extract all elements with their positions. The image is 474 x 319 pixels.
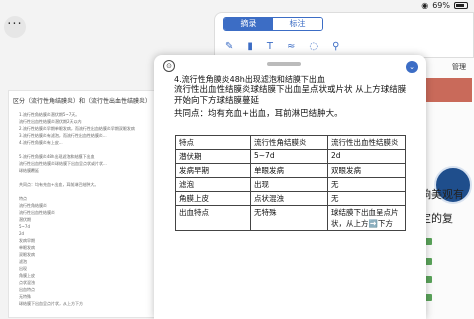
background-doc-line: 流行性出血性结膜炎球结膜下出血呈点状或片状... bbox=[19, 161, 107, 166]
background-doc-line: 4.流行性角膜炎有上皮... bbox=[19, 140, 63, 145]
thumbnail-image bbox=[422, 78, 472, 102]
highlighter-icon[interactable]: ▮ bbox=[247, 41, 253, 52]
table-cell: 2d bbox=[327, 149, 406, 164]
tool-icons: ✎ ▮ T ≈ ◌ ⚲ bbox=[225, 41, 339, 52]
table-header-cell: 特点 bbox=[175, 135, 251, 150]
status-indicators: ◉ 69% bbox=[421, 1, 468, 10]
stamp-icon[interactable]: ⚲ bbox=[332, 41, 339, 52]
collapse-button[interactable]: ⌄ bbox=[406, 61, 418, 73]
background-doc-line: 2d bbox=[19, 231, 25, 236]
table-cell: 球结膜下出血呈点片状，从上方➡️下方 bbox=[327, 205, 406, 231]
table-header-cell: 流行性角结膜炎 bbox=[250, 135, 328, 150]
battery-icon bbox=[454, 2, 468, 9]
table-cell: 5~7d bbox=[250, 149, 328, 164]
table-cell: 发病早期 bbox=[175, 163, 251, 178]
mode-segmented-control: 摘录 标注 bbox=[223, 17, 323, 31]
background-doc-line bbox=[19, 146, 159, 153]
underline-icon[interactable]: T bbox=[267, 41, 273, 52]
manage-label[interactable]: 管理 bbox=[452, 62, 466, 72]
table-cell: 单眼发病 bbox=[250, 163, 328, 178]
background-doc-line bbox=[19, 174, 159, 181]
table-header-row: 特点 流行性角结膜炎 流行性出血性结膜炎 bbox=[175, 135, 406, 150]
comparison-table: 特点 流行性角结膜炎 流行性出血性结膜炎 潜伏期 5~7d 2d 发病早期 单眼… bbox=[175, 135, 406, 231]
background-doc-line: 出血特点 bbox=[19, 287, 35, 292]
excerpt-line: 4.流行性角膜炎48h出现滤泡和结膜下出血 bbox=[174, 75, 325, 84]
compass-icon[interactable]: ⊙ bbox=[163, 60, 175, 72]
background-doc-line: 流行性出血性结膜炎 bbox=[19, 210, 55, 215]
doc-text-fragment: 响美观有 bbox=[420, 188, 464, 201]
tab-annotate[interactable]: 标注 bbox=[273, 18, 322, 30]
tab-excerpt[interactable]: 摘录 bbox=[224, 18, 273, 30]
background-doc-line: 球结膜下出血呈点片状，从上方下方 bbox=[19, 301, 83, 306]
annotation-toolbar: 摘录 标注 ✎ ▮ T ≈ ◌ ⚲ bbox=[214, 12, 474, 58]
pen-icon[interactable]: ✎ bbox=[225, 41, 233, 52]
background-doc-line: 球结膜覆延 bbox=[19, 168, 39, 173]
background-doc-line: 2.流行性结膜炎早期单眼发病，而流行性出血结膜炎早期双眼发病 bbox=[19, 126, 135, 131]
background-doc-lines: 1.流行性角结膜炎潜伏期5~7天。 流行性出血性结膜炎潜伏期2天以内 2.流行性结膜… bbox=[19, 111, 159, 307]
background-doc-line: 5.流行性角膜炎48h出现滤泡和结膜下出血 bbox=[19, 154, 95, 159]
status-bar: ◉ 69% bbox=[0, 0, 474, 12]
excerpt-panel[interactable]: ⊙ ⌄ 4.流行性角膜炎48h出现滤泡和结膜下出血 流行性出血性结膜炎球结膜下出… bbox=[154, 55, 426, 319]
drag-handle[interactable] bbox=[267, 62, 301, 66]
excerpt-line: 共同点：均有充血+出血，耳前淋巴结肿大。 bbox=[174, 109, 343, 119]
background-doc-line: 1.流行性角结膜炎潜伏期5~7天。 bbox=[19, 112, 80, 117]
table-cell: 出血特点 bbox=[175, 205, 251, 231]
table-row: 出血特点 无特殊 球结膜下出血呈点片状，从上方➡️下方 bbox=[175, 205, 406, 231]
excerpt-line: 开始向下方球结膜蔓延 bbox=[174, 96, 260, 106]
table-row: 发病早期 单眼发病 双眼发病 bbox=[175, 163, 406, 178]
background-doc-line: 流行性出血性结膜炎潜伏期2天以内 bbox=[19, 119, 82, 124]
background-doc-line: 共同点：均有充血+出血，耳前淋巴结肿大。 bbox=[19, 182, 99, 187]
wavy-line-icon[interactable]: ≈ bbox=[287, 41, 295, 52]
background-document: 区分（流行性角结膜炎）和（流行性出血性结膜炎） 1.流行性角结膜炎潜伏期5~7天… bbox=[8, 90, 158, 318]
table-cell: 双眼发病 bbox=[327, 163, 406, 178]
background-doc-line: 角膜上皮 bbox=[19, 273, 35, 278]
more-options-button[interactable]: ··· bbox=[4, 16, 26, 38]
table-row: 潜伏期 5~7d 2d bbox=[175, 149, 406, 164]
table-cell: 点状混浊 bbox=[250, 191, 328, 206]
table-cell: 无特殊 bbox=[250, 205, 328, 231]
background-doc-line: 发病早期 bbox=[19, 238, 35, 243]
table-cell: 无 bbox=[327, 177, 406, 192]
background-doc-line: 点状混浊 bbox=[19, 280, 35, 285]
background-doc-line: 3.流行性结膜炎有滤泡，而流行性出血性结膜炎... bbox=[19, 133, 107, 138]
table-cell: 潜伏期 bbox=[175, 149, 251, 164]
wifi-icon: ◉ bbox=[421, 1, 429, 10]
background-doc-title: 区分（流行性角结膜炎）和（流行性出血性结膜炎） bbox=[13, 98, 152, 105]
table-row: 角膜上皮 点状混浊 无 bbox=[175, 191, 406, 206]
background-doc-line: 单眼发病 bbox=[19, 245, 35, 250]
table-cell: 出现 bbox=[250, 177, 328, 192]
table-header-cell: 流行性出血性结膜炎 bbox=[327, 135, 406, 150]
background-doc-line: 5~7d bbox=[19, 224, 30, 229]
background-doc-line: 出现 bbox=[19, 266, 27, 271]
right-document-strip: 管理 响美观有 定的复 bbox=[418, 58, 474, 319]
background-doc-line: 流行性角结膜炎 bbox=[19, 203, 47, 208]
background-doc-line: 无特殊 bbox=[19, 294, 31, 299]
table-row: 滤泡 出现 无 bbox=[175, 177, 406, 192]
background-doc-line: 特点 bbox=[19, 196, 27, 201]
background-doc-line bbox=[19, 188, 159, 195]
table-cell: 滤泡 bbox=[175, 177, 251, 192]
background-doc-line: 滤泡 bbox=[19, 259, 27, 264]
lasso-icon[interactable]: ◌ bbox=[309, 41, 318, 52]
table-cell: 无 bbox=[327, 191, 406, 206]
table-cell: 角膜上皮 bbox=[175, 191, 251, 206]
excerpt-line: 流行性出血性结膜炎球结膜下出血呈点状或片状 从上方球结膜 bbox=[174, 85, 407, 95]
background-doc-line: 潜伏期 bbox=[19, 217, 31, 222]
battery-percent: 69% bbox=[432, 1, 450, 10]
background-doc-line: 双眼发病 bbox=[19, 252, 35, 257]
